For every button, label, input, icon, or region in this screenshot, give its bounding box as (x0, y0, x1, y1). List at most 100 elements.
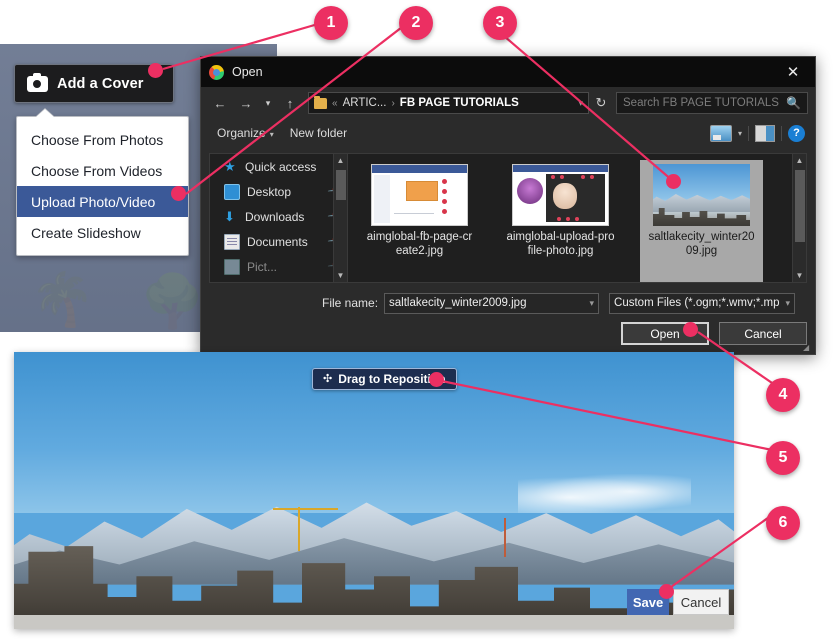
menu-item-choose-from-videos[interactable]: Choose From Videos (17, 155, 188, 186)
thumb-marker-dot (575, 217, 579, 221)
sidebar-scrollbar[interactable]: ▲ ▼ (333, 154, 347, 282)
filename-row: File name: saltlakecity_winter2009.jpg ▾… (209, 292, 807, 314)
refresh-icon[interactable]: ↻ (591, 92, 611, 114)
file-name-label: saltlakecity_winter2009.jpg (648, 231, 755, 257)
recent-locations-chevron-down-icon[interactable]: ▾ (260, 91, 276, 115)
file-list-scrollbar-thumb[interactable] (795, 170, 805, 242)
dialog-navigation-bar: ← → ▾ ↑ « ARTIC... › FB PAGE TUTORIALS ▾… (201, 87, 815, 119)
move-icon: ✣ (323, 372, 333, 385)
file-item[interactable]: aimglobal-fb-page-create2.jpg (358, 160, 481, 282)
thumb-center-box (406, 181, 438, 201)
menu-item-choose-from-photos[interactable]: Choose From Photos (17, 124, 188, 155)
forward-icon[interactable]: → (234, 91, 258, 115)
filename-value: saltlakecity_winter2009.jpg (389, 297, 527, 309)
thumb-face (553, 183, 577, 209)
sidebar-item-label: Quick access (245, 159, 317, 174)
filetype-select[interactable]: Custom Files (*.ogm;*.wmv;*.mp ▾ (609, 292, 796, 314)
photo-crane (503, 518, 506, 557)
thumb-marker-dot (442, 209, 447, 214)
open-button[interactable]: Open (621, 322, 709, 345)
add-cover-button[interactable]: Add a Cover (14, 64, 174, 103)
file-list-scrollbar[interactable]: ▲ ▼ (792, 154, 806, 282)
up-icon[interactable]: ↑ (278, 91, 302, 115)
toolbar-right-group: ▾ ? (709, 124, 807, 142)
sidebar-item-desktop[interactable]: Desktop 📌 (210, 179, 347, 204)
breadcrumb-overflow[interactable]: « (332, 98, 338, 109)
chevron-down-icon[interactable]: ▾ (786, 298, 791, 309)
sidebar-scrollbar-thumb[interactable] (336, 170, 346, 200)
file-item-selected[interactable]: saltlakecity_winter2009.jpg (640, 160, 763, 282)
menu-item-create-slideshow[interactable]: Create Slideshow (17, 217, 188, 248)
preview-pane-icon[interactable] (755, 124, 775, 142)
dialog-cancel-button[interactable]: Cancel (719, 322, 807, 345)
scroll-up-icon[interactable]: ▲ (334, 154, 347, 167)
scroll-down-icon[interactable]: ▼ (793, 269, 806, 282)
thumb-marker-dot (560, 175, 564, 179)
pictures-icon (224, 258, 240, 275)
dialog-action-buttons: Open Cancel (621, 322, 807, 345)
photo-clouds (518, 473, 691, 513)
scroll-down-icon[interactable]: ▼ (334, 269, 347, 282)
file-list: aimglobal-fb-page-create2.jpg aimglobal-… (348, 153, 807, 283)
tree-decoration-icon: 🌴 (30, 271, 95, 329)
drag-to-reposition-button[interactable]: ✣ Drag to Reposition (312, 368, 457, 390)
resize-grip-icon[interactable]: ◢ (803, 343, 812, 352)
chevron-down-icon: ▾ (269, 130, 274, 139)
screenshot-profile-thumb (512, 164, 609, 226)
sidebar-item-downloads[interactable]: ⬇ Downloads 📌 (210, 204, 347, 229)
search-icon: 🔍 (786, 96, 801, 110)
scroll-up-icon[interactable]: ▲ (793, 154, 806, 167)
back-icon[interactable]: ← (208, 91, 232, 115)
filetype-value: Custom Files (*.ogm;*.wmv;*.mp (614, 297, 780, 309)
menu-item-upload-photo-video[interactable]: Upload Photo/Video (17, 186, 188, 217)
menu-caret (36, 109, 54, 117)
breadcrumb-item-1[interactable]: FB PAGE TUTORIALS (400, 97, 519, 109)
sidebar-item-documents[interactable]: Documents 📌 (210, 229, 347, 254)
saltlake-city-thumb (653, 164, 750, 226)
thumb-mountains (653, 193, 750, 212)
filename-input[interactable]: saltlakecity_winter2009.jpg ▾ (384, 292, 600, 314)
view-layout-icon[interactable] (709, 124, 732, 142)
dialog-toolbar: Organize ▾ New folder ▾ ? (201, 119, 815, 147)
photo-crane (298, 507, 301, 552)
new-folder-button[interactable]: New folder (282, 123, 355, 143)
thumb-marker-dot (557, 217, 561, 221)
chevron-down-icon[interactable]: ▾ (590, 298, 595, 309)
breadcrumb-item-0[interactable]: ARTIC... (343, 97, 387, 109)
camera-icon (27, 72, 48, 92)
sidebar-item-label: Desktop (247, 184, 292, 199)
download-icon: ⬇ (224, 208, 235, 224)
save-button[interactable]: Save (627, 589, 669, 615)
organize-button[interactable]: Organize ▾ (209, 123, 282, 143)
sidebar-item-pictures[interactable]: Pict... 📌 (210, 254, 347, 279)
view-chevron-down-icon[interactable]: ▾ (738, 129, 742, 138)
thumb-marker-dot (581, 175, 585, 179)
tree-decoration-icon: 🌳 (140, 273, 205, 331)
sidebar-item-label: Downloads (245, 209, 305, 224)
callout-badge-2: 2 (399, 6, 433, 40)
sidebar-item-quick-access[interactable]: ★ Quick access (210, 154, 347, 179)
address-bar[interactable]: « ARTIC... › FB PAGE TUTORIALS ▾ (308, 92, 589, 114)
navigation-sidebar: ★ Quick access Desktop 📌 ⬇ Downloads 📌 D… (209, 153, 348, 283)
organize-label: Organize (217, 126, 266, 140)
add-cover-label: Add a Cover (57, 75, 144, 92)
dialog-title: Open (232, 65, 263, 79)
screenshot-diagram-thumb (371, 164, 468, 226)
callout-badge-3: 3 (483, 6, 517, 40)
file-item[interactable]: aimglobal-upload-profile-photo.jpg (499, 160, 622, 282)
file-name-label: aimglobal-fb-page-create2.jpg (366, 231, 473, 257)
thumb-marker-dot (442, 199, 447, 204)
folder-icon (314, 95, 327, 109)
star-icon: ★ (224, 158, 236, 174)
search-input[interactable]: Search FB PAGE TUTORIALS 🔍 (616, 92, 808, 114)
help-icon[interactable]: ? (788, 124, 805, 142)
cover-photo-preview (14, 352, 734, 629)
open-file-dialog: Open ✕ ← → ▾ ↑ « ARTIC... › FB PAGE TUTO… (200, 56, 816, 355)
dialog-body: ★ Quick access Desktop 📌 ⬇ Downloads 📌 D… (209, 153, 807, 283)
callout-badge-5: 5 (766, 441, 800, 475)
breadcrumb-separator: › (391, 97, 395, 109)
cover-cancel-button[interactable]: Cancel (673, 589, 729, 615)
close-icon[interactable]: ✕ (771, 57, 815, 87)
thumb-header-bar (372, 165, 467, 173)
address-chevron-down-icon[interactable]: ▾ (578, 98, 583, 109)
